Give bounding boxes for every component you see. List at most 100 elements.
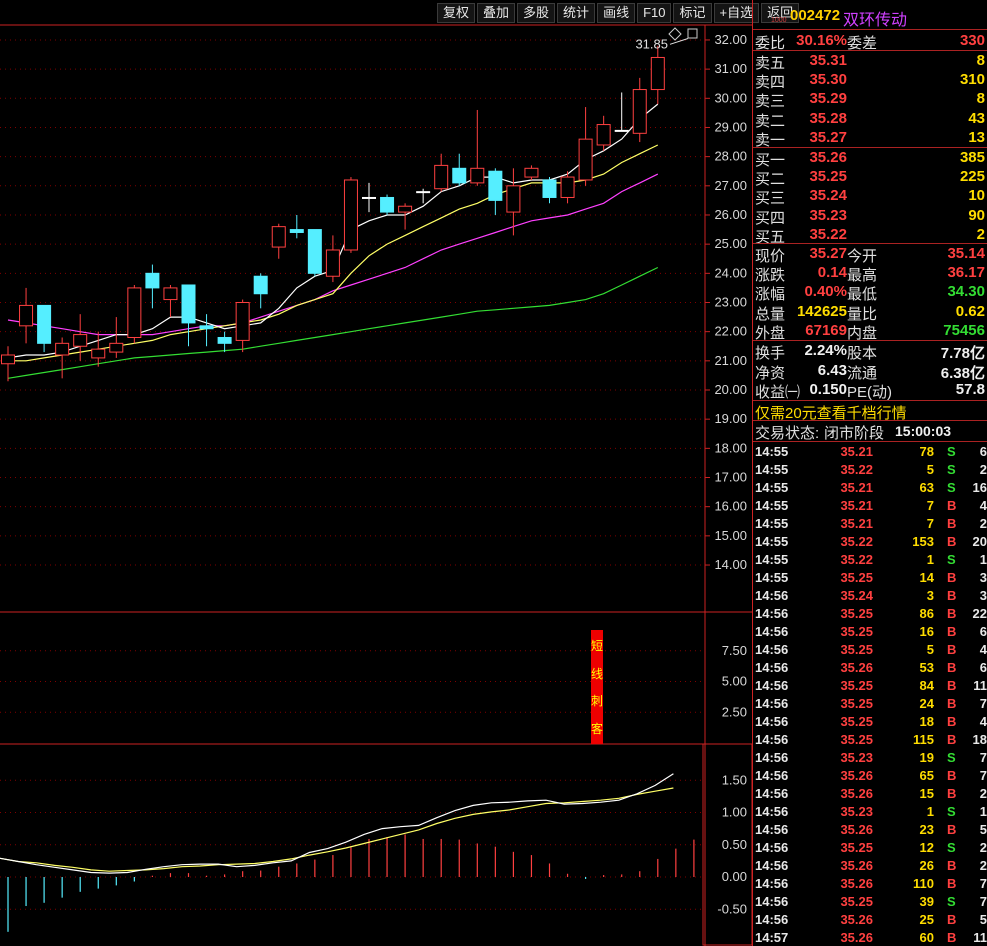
tick-row: 14:55 35.21 78 S 6 [755, 443, 987, 461]
toolbar-button-6[interactable]: 标记 [673, 3, 712, 23]
stat-value: 0.14 [817, 264, 847, 282]
buy-price: 35.26 [809, 149, 847, 166]
toolbar-button-1[interactable]: 叠加 [477, 3, 516, 23]
candle [650, 56, 665, 91]
tick-count: 1 [979, 552, 987, 567]
candle [488, 170, 503, 201]
tick-row: 14:55 35.21 7 B 4 [755, 497, 987, 515]
sell-volume: 310 [959, 71, 985, 89]
promo-row[interactable]: 仅需20元查看千档行情 [755, 401, 986, 422]
tick-price: 35.21 [840, 444, 873, 459]
stat-value: 0.40% [804, 283, 847, 301]
candle [434, 164, 449, 190]
tick-time: 14:55 [755, 570, 789, 585]
tick-time: 14:56 [755, 606, 789, 621]
price-tick-label: 26.00 [714, 207, 747, 222]
tick-price: 35.26 [840, 768, 873, 783]
sell-price: 35.27 [809, 128, 847, 146]
stat-label: PE(动) [847, 384, 893, 401]
candle [145, 272, 160, 289]
tick-volume: 25 [919, 912, 934, 927]
tick-row: 14:56 35.25 16 B 6 [755, 623, 987, 641]
divider [753, 441, 987, 442]
stat-value: 35.27 [809, 245, 847, 262]
tick-price: 35.23 [840, 750, 873, 765]
tick-volume: 12 [919, 840, 934, 855]
toolbar-button-2[interactable]: 多股 [517, 3, 556, 23]
tick-volume: 24 [919, 696, 934, 711]
tick-volume: 63 [919, 480, 934, 495]
dif-line [0, 773, 674, 874]
toolbar-button-5[interactable]: F10 [637, 3, 672, 23]
toolbar-button-4[interactable]: 画线 [597, 3, 636, 23]
candle [398, 205, 413, 213]
tick-count: 5 [979, 822, 987, 837]
stat-row: 外盘 67169 内盘 75456 [755, 321, 986, 342]
price-tick-label: 20.00 [714, 382, 747, 397]
sell-row: 卖一 35.27 13 [755, 128, 986, 149]
tick-price: 35.25 [840, 606, 873, 621]
weibi-value: 30.16% [796, 32, 847, 49]
tick-volume: 14 [919, 570, 934, 585]
tick-count: 6 [979, 624, 987, 639]
tick-time: 14:56 [755, 894, 789, 909]
tick-side: S [947, 894, 956, 909]
tick-count: 6 [979, 444, 987, 459]
tick-time: 14:56 [755, 876, 789, 891]
stock-terminal: { "toolbar":{"items":["复权","叠加","多股","统计… [0, 0, 987, 946]
tick-count: 3 [979, 570, 987, 585]
chart-area[interactable]: 14.00 15.00 16.00 17.00 18.00 19.00 20.00 21.00… [0, 0, 800, 946]
candle [362, 196, 376, 199]
sell-price: 35.30 [809, 71, 847, 89]
tick-side: S [947, 444, 956, 459]
tick-row: 14:56 35.25 5 B 4 [755, 641, 987, 659]
signal-bar: 短线刺客 [591, 630, 603, 744]
candle [55, 342, 70, 356]
tick-time: 14:56 [755, 660, 789, 675]
stat-row: 现价 35.27 今开 35.14 [755, 244, 986, 265]
stat-row: 涨幅 0.40% 最低 34.30 [755, 282, 986, 303]
sell-volume: 8 [976, 52, 985, 69]
price-tick-label: 29.00 [714, 119, 747, 134]
tick-price: 35.26 [840, 930, 873, 945]
tick-count: 7 [979, 768, 987, 783]
tick-price: 35.21 [840, 498, 873, 513]
candle [632, 89, 647, 134]
candle [506, 185, 521, 213]
tick-side: B [947, 642, 957, 657]
price-tick-label: 21.00 [714, 353, 747, 368]
stock-header: 1000 002472 双环传动 [755, 3, 985, 30]
tick-time: 14:56 [755, 768, 789, 783]
tick-time: 14:56 [755, 858, 789, 873]
tick-volume: 15 [919, 786, 934, 801]
tick-side: B [947, 696, 957, 711]
tick-time: 14:56 [755, 678, 789, 693]
tick-volume: 3 [926, 588, 934, 603]
stock-code[interactable]: 002472 [790, 7, 840, 24]
tick-time: 14:56 [755, 732, 789, 747]
stock-name[interactable]: 双环传动 [843, 6, 907, 30]
tick-count: 20 [972, 534, 987, 549]
status-row: 交易状态: 闭市阶段 15:00:03 [755, 421, 986, 442]
kline-chart[interactable]: 14.00 15.00 16.00 17.00 18.00 19.00 20.00 21.00… [0, 0, 752, 946]
tick-count: 2 [979, 462, 987, 477]
tick-price: 35.21 [840, 480, 873, 495]
buy-row: 买五 35.22 2 [755, 225, 986, 246]
tick-side: B [947, 498, 957, 513]
sell-price: 35.28 [809, 109, 847, 127]
sell-row: 卖三 35.29 8 [755, 89, 986, 110]
tick-side: B [947, 624, 957, 639]
buy-price: 35.23 [809, 206, 847, 224]
tick-time: 14:56 [755, 696, 789, 711]
toolbar-button-3[interactable]: 统计 [557, 3, 596, 23]
candle [325, 249, 340, 277]
tick-price: 35.22 [840, 534, 873, 549]
tick-count: 2 [979, 786, 987, 801]
tick-volume: 110 [913, 876, 934, 891]
toolbar-button-0[interactable]: 复权 [437, 3, 476, 23]
tick-price: 35.25 [840, 840, 873, 855]
tick-side: B [947, 714, 957, 729]
candle [452, 167, 467, 184]
tick-side: B [947, 930, 957, 945]
sell-volume: 13 [968, 128, 985, 146]
